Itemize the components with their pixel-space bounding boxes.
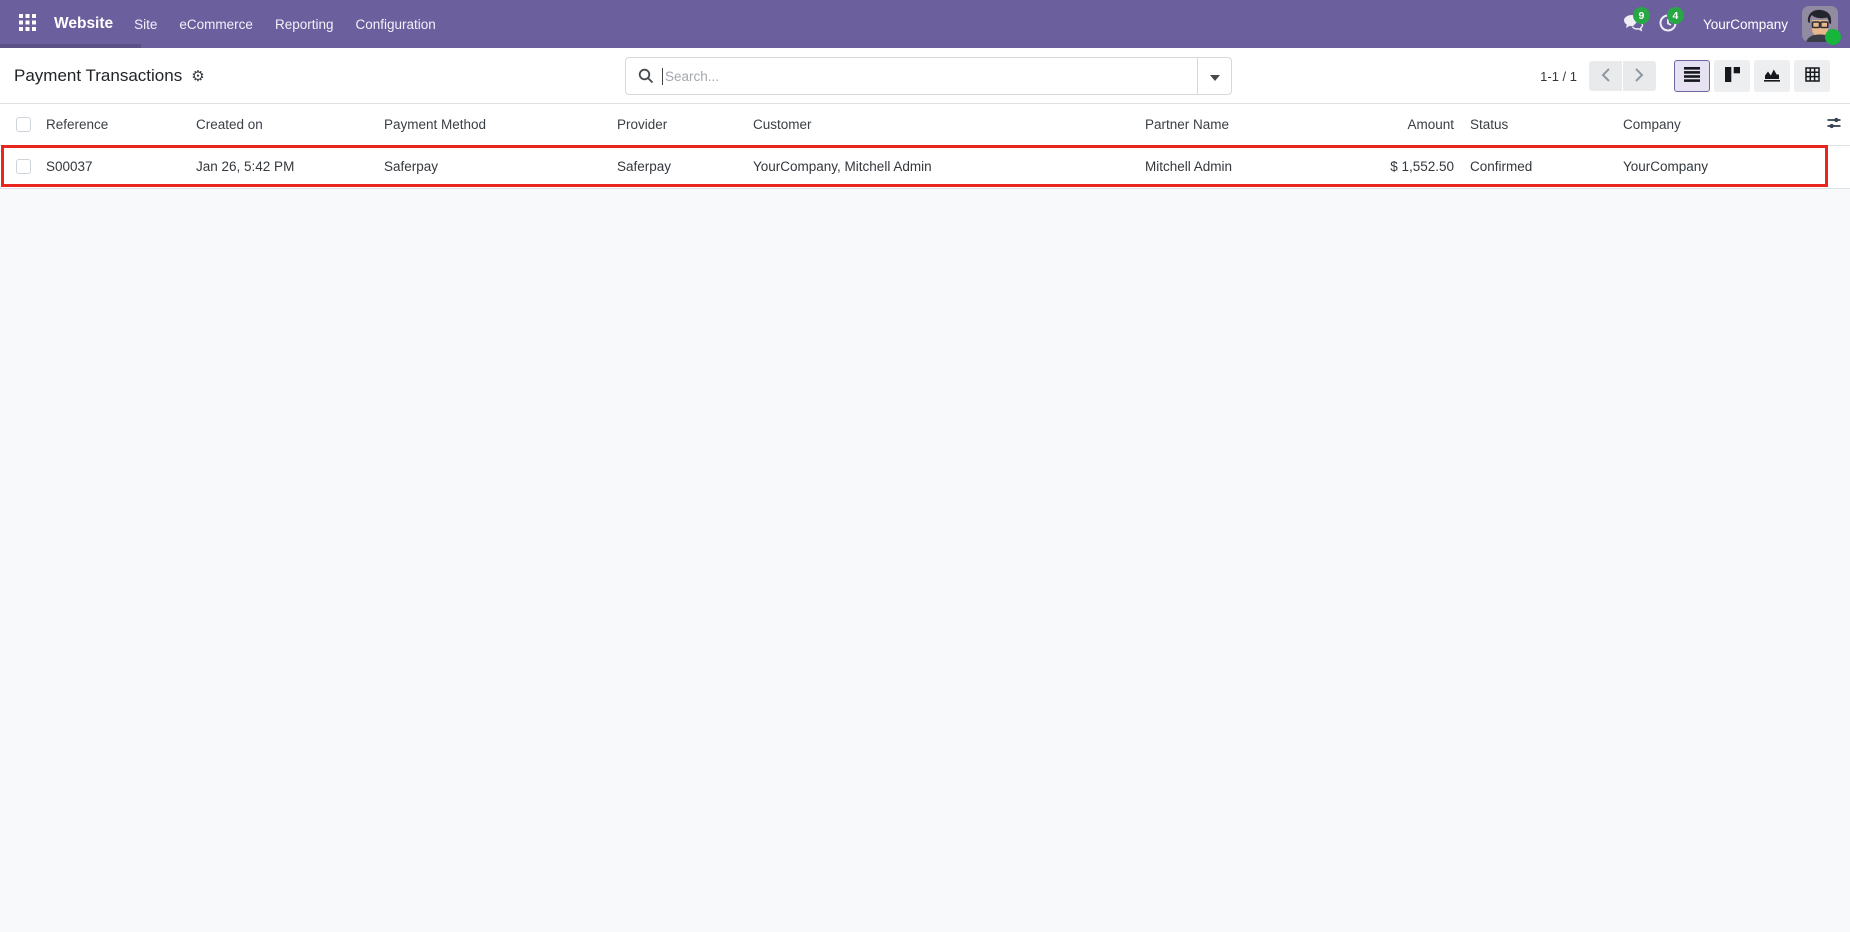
messages-button[interactable]: 9: [1617, 0, 1651, 48]
chevron-right-icon: [1635, 68, 1644, 85]
table-row[interactable]: S00037 Jan 26, 5:42 PM Saferpay Saferpay…: [0, 145, 1850, 188]
cell-company[interactable]: YourCompany: [1615, 145, 1820, 188]
chevron-left-icon: [1601, 68, 1610, 85]
menu-ecommerce[interactable]: eCommerce: [168, 0, 264, 48]
column-header-payment-method[interactable]: Payment Method: [376, 104, 609, 145]
menu-reporting[interactable]: Reporting: [264, 0, 345, 48]
column-header-customer[interactable]: Customer: [745, 104, 1137, 145]
graph-view-button[interactable]: [1754, 60, 1790, 92]
cell-reference[interactable]: S00037: [38, 145, 188, 188]
top-navbar: Website Site eCommerce Reporting Configu…: [0, 0, 1850, 48]
payment-transactions-list: Reference Created on Payment Method Prov…: [0, 104, 1850, 189]
column-header-amount[interactable]: Amount: [1350, 104, 1462, 145]
pager-value[interactable]: 1-1 / 1: [1540, 69, 1577, 84]
search-bar: [625, 57, 1232, 95]
apps-menu-button[interactable]: [8, 0, 46, 48]
cell-provider[interactable]: Saferpay: [609, 145, 745, 188]
app-menus: Site eCommerce Reporting Configuration: [123, 0, 447, 48]
search-options-toggle[interactable]: [1197, 58, 1231, 94]
online-status-dot: [1825, 29, 1841, 45]
systray: 9 4 YourCompany: [1617, 0, 1840, 48]
cell-customer[interactable]: YourCompany, Mitchell Admin: [745, 145, 1137, 188]
column-header-reference[interactable]: Reference: [38, 104, 188, 145]
column-header-partner-name[interactable]: Partner Name: [1137, 104, 1350, 145]
activities-badge: 4: [1667, 7, 1684, 24]
company-switcher[interactable]: YourCompany: [1685, 17, 1802, 32]
page-title: Payment Transactions: [14, 66, 182, 86]
column-header-provider[interactable]: Provider: [609, 104, 745, 145]
pivot-view-button[interactable]: [1794, 60, 1830, 92]
column-header-status[interactable]: Status: [1462, 104, 1615, 145]
pager-next-button[interactable]: [1623, 61, 1656, 91]
row-checkbox[interactable]: [16, 159, 31, 174]
optional-columns-button[interactable]: [1828, 115, 1842, 134]
cell-partner-name[interactable]: Mitchell Admin: [1137, 145, 1350, 188]
select-all-checkbox[interactable]: [16, 117, 31, 132]
sliders-icon: [1826, 115, 1842, 134]
activities-button[interactable]: 4: [1651, 0, 1685, 48]
menu-configuration[interactable]: Configuration: [345, 0, 447, 48]
cell-amount[interactable]: $ 1,552.50: [1350, 145, 1462, 188]
records-table: Reference Created on Payment Method Prov…: [0, 104, 1850, 189]
view-switch-kanban[interactable]: [1714, 60, 1750, 92]
pivot-view-icon: [1805, 67, 1820, 85]
control-panel: Payment Transactions ⚙ 1-1 / 1: [0, 48, 1850, 104]
search-icon: [626, 68, 662, 84]
odoo-app: Website Site eCommerce Reporting Configu…: [0, 0, 1850, 932]
apps-grid-icon: [19, 14, 36, 34]
cell-status[interactable]: Confirmed: [1462, 145, 1615, 188]
view-switcher: [1670, 60, 1830, 92]
kanban-view-icon: [1725, 67, 1740, 85]
menu-site[interactable]: Site: [123, 0, 168, 48]
messages-badge: 9: [1633, 7, 1650, 24]
view-switch-list[interactable]: [1674, 60, 1710, 92]
column-header-created-on[interactable]: Created on: [188, 104, 376, 145]
user-menu-button[interactable]: [1802, 6, 1838, 42]
column-header-company[interactable]: Company: [1615, 104, 1820, 145]
cell-created-on[interactable]: Jan 26, 5:42 PM: [188, 145, 376, 188]
chevron-down-icon: [1210, 69, 1220, 84]
app-name[interactable]: Website: [54, 15, 113, 33]
gear-icon: ⚙: [191, 68, 204, 85]
table-header-row: Reference Created on Payment Method Prov…: [0, 104, 1850, 145]
pager-previous-button[interactable]: [1589, 61, 1622, 91]
list-view-icon: [1684, 67, 1700, 85]
action-gear-button[interactable]: ⚙: [191, 69, 204, 84]
search-input[interactable]: [663, 58, 1197, 94]
cell-payment-method[interactable]: Saferpay: [376, 145, 609, 188]
graph-view-icon: [1764, 68, 1780, 85]
